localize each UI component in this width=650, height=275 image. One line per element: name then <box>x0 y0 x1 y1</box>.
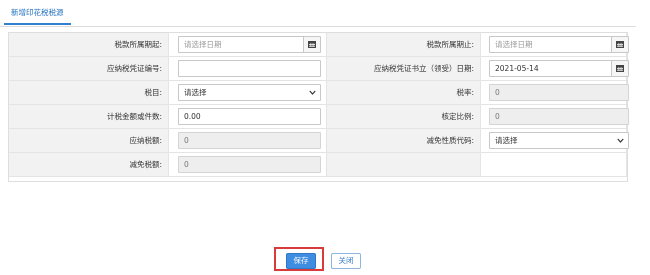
tab-new-stamp-tax-source[interactable]: 新增印花税税源 <box>4 0 71 25</box>
tax-base-label: 计税金额或件数: <box>9 105 169 129</box>
approved-ratio-label: 核定比例: <box>327 105 481 129</box>
tax-reduction-label: 减免税额: <box>9 153 169 177</box>
form-row: 税款所属期起: 请选择日期 税款所属期止: 请选择日期 <box>9 33 629 57</box>
voucher-date-input[interactable]: 2021-05-14 <box>489 60 629 77</box>
chevron-down-icon <box>617 138 624 143</box>
calendar-icon[interactable] <box>303 37 320 52</box>
voucher-number-label: 应纳税凭证编号: <box>9 57 169 81</box>
period-start-date-input[interactable]: 请选择日期 <box>178 36 321 53</box>
tax-item-label: 税目: <box>9 81 169 105</box>
calendar-icon[interactable] <box>611 61 628 76</box>
tax-source-form: 税款所属期起: 请选择日期 税款所属期止: 请选择日期 应纳税凭证编号: 应纳税… <box>8 32 629 182</box>
form-row: 税目: 请选择 税率: 0 <box>9 81 629 105</box>
voucher-date-label: 应纳税凭证书立（领受）日期: <box>327 57 481 81</box>
form-row: 减免税额: 0 <box>9 153 627 177</box>
close-button[interactable]: 关闭 <box>331 253 361 269</box>
action-bar: 保存 关闭 <box>0 253 650 270</box>
empty-label-cell <box>327 153 481 177</box>
save-button[interactable]: 保存 <box>286 253 316 269</box>
period-end-date-input[interactable]: 请选择日期 <box>489 36 629 53</box>
form-row: 计税金额或件数: 0.00 核定比例: 0 <box>9 105 629 129</box>
tax-reduction-field: 0 <box>178 156 321 173</box>
form-row: 应纳税额: 0 减免性质代码: 请选择 <box>9 129 629 153</box>
tax-payable-label: 应纳税额: <box>9 129 169 153</box>
empty-field-cell <box>481 153 627 177</box>
tax-rate-label: 税率: <box>327 81 481 105</box>
period-start-label: 税款所属期起: <box>9 33 169 57</box>
approved-ratio-field: 0 <box>489 108 629 125</box>
calendar-icon[interactable] <box>611 37 628 52</box>
tax-payable-field: 0 <box>178 132 321 149</box>
tax-base-input[interactable]: 0.00 <box>178 108 321 125</box>
tax-rate-field: 0 <box>489 84 629 101</box>
tax-item-select[interactable]: 请选择 <box>178 84 321 101</box>
voucher-number-input[interactable] <box>178 60 321 77</box>
tab-bar: 新增印花税税源 <box>0 0 636 27</box>
exemption-code-select[interactable]: 请选择 <box>489 132 629 149</box>
exemption-code-label: 减免性质代码: <box>327 129 481 153</box>
form-row: 应纳税凭证编号: 应纳税凭证书立（领受）日期: 2021-05-14 <box>9 57 629 81</box>
period-end-label: 税款所属期止: <box>327 33 481 57</box>
chevron-down-icon <box>309 90 316 95</box>
